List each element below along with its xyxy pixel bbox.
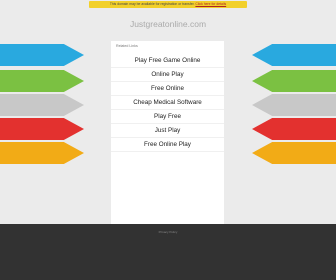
decorative-arrow-blue-right	[252, 44, 336, 66]
related-links-label: Related Links	[116, 44, 138, 48]
decorative-arrow-red-left	[0, 118, 84, 140]
domain-availability-notice: This domain may be available for registr…	[89, 1, 247, 8]
related-link-just-play[interactable]: Just Play	[111, 124, 224, 138]
decorative-arrow-gray-left	[0, 94, 84, 116]
related-links-panel: Related Links Play Free Game Online Onli…	[111, 41, 224, 224]
decorative-arrow-blue-left	[0, 44, 84, 66]
related-link-play-free-game-online[interactable]: Play Free Game Online	[111, 54, 224, 68]
decorative-arrow-gray-right	[252, 94, 336, 116]
related-link-online-play[interactable]: Online Play	[111, 68, 224, 82]
notice-details-link[interactable]: Click here for details	[195, 2, 226, 6]
related-link-play-free[interactable]: Play Free	[111, 110, 224, 124]
footer: Privacy Policy	[0, 224, 336, 280]
domain-title: Justgreatonline.com	[129, 19, 207, 29]
notice-text: This domain may be available for registr…	[109, 2, 195, 6]
decorative-arrow-green-right	[252, 70, 336, 92]
decorative-arrow-green-left	[0, 70, 84, 92]
decorative-arrow-orange-right	[252, 142, 336, 164]
decorative-arrow-red-right	[252, 118, 336, 140]
top-banner: This domain may be available for registr…	[0, 0, 336, 11]
footer-privacy-link[interactable]: Privacy Policy	[0, 230, 336, 234]
related-link-cheap-medical-software[interactable]: Cheap Medical Software	[111, 96, 224, 110]
related-link-free-online-play[interactable]: Free Online Play	[111, 138, 224, 152]
related-links-list: Play Free Game Online Online Play Free O…	[111, 54, 224, 152]
related-link-free-online[interactable]: Free Online	[111, 82, 224, 96]
decorative-arrow-orange-left	[0, 142, 84, 164]
